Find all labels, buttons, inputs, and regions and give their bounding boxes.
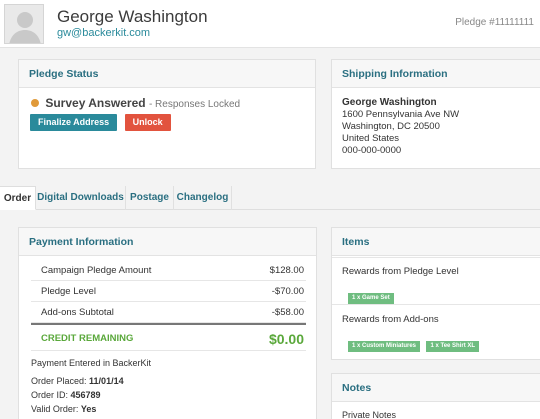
order-id-value: 456789	[70, 390, 101, 400]
backer-header: George Washington gw@backerkit.com Pledg…	[0, 0, 540, 48]
valid-order: Valid Order: Yes	[31, 404, 96, 414]
pledge-status-title: Pledge Status	[19, 60, 315, 88]
shipping-name: George Washington	[342, 97, 437, 108]
order-id: Order ID: 456789	[31, 390, 101, 400]
payment-row-value: $128.00	[269, 265, 304, 276]
reward-tag: 1 x Custom Miniatures	[348, 341, 421, 352]
payment-row-label: Pledge Level	[41, 286, 96, 297]
credit-remaining-value: $0.00	[268, 331, 304, 347]
payment-row-value: -$70.00	[271, 286, 304, 297]
shipping-address: George Washington 1600 Pennsylvania Ave …	[332, 88, 540, 166]
notes-panel: Notes Private Notes	[331, 373, 540, 419]
reward-tag: 1 x Game Set	[348, 293, 394, 304]
status-subtext: - Responses Locked	[148, 99, 241, 110]
finalize-address-button[interactable]: Finalize Address	[30, 114, 118, 131]
pledge-status-panel: Pledge Status Survey Answered - Response…	[18, 59, 316, 169]
payment-title: Payment Information	[19, 228, 316, 256]
shipping-city: Washington, DC 20500	[342, 121, 440, 132]
reward-tag: 1 x Tee Shirt XL	[426, 341, 480, 352]
payment-row: Pledge Level -$70.00	[31, 281, 306, 302]
credit-remaining-label: CREDIT REMAINING	[41, 333, 134, 344]
payment-table: Campaign Pledge Amount $128.00 Pledge Le…	[31, 260, 306, 351]
valid-order-value: Yes	[80, 404, 97, 414]
order-placed-label: Order Placed:	[31, 376, 87, 386]
tab-postage[interactable]: Postage	[126, 186, 174, 210]
private-notes-label: Private Notes	[342, 410, 397, 419]
divider	[332, 304, 540, 305]
unlock-button[interactable]: Unlock	[124, 114, 171, 131]
user-silhouette-icon	[5, 5, 43, 43]
shipping-panel: Shipping Information George Washington 1…	[331, 59, 540, 169]
order-placed: Order Placed: 11/01/14	[31, 376, 124, 386]
payment-entered-text: Payment Entered in BackerKit	[31, 358, 152, 368]
payment-row-value: -$58.00	[271, 307, 304, 318]
items-panel: Items Rewards from Pledge Level 1 x Game…	[331, 227, 540, 360]
status-dot-icon	[31, 99, 39, 107]
status-actions: Finalize Address Unlock	[30, 112, 174, 131]
tab-changelog[interactable]: Changelog	[174, 186, 232, 210]
order-id-label: Order ID:	[31, 390, 69, 400]
divider	[332, 257, 540, 258]
addon-rewards-label: Rewards from Add-ons	[342, 314, 439, 325]
items-title: Items	[332, 228, 540, 256]
pledge-number: Pledge #11111111	[455, 17, 534, 28]
status-text: Survey Answered	[45, 96, 146, 110]
tab-bar: Order Digital Downloads Postage Changelo…	[0, 186, 540, 210]
shipping-title: Shipping Information	[332, 60, 540, 88]
payment-panel: Payment Information Campaign Pledge Amou…	[18, 227, 317, 419]
avatar	[4, 4, 44, 44]
backer-email-link[interactable]: gw@backerkit.com	[57, 27, 150, 39]
payment-row: Campaign Pledge Amount $128.00	[31, 260, 306, 281]
payment-row-label: Add-ons Subtotal	[41, 307, 114, 318]
payment-row-label: Campaign Pledge Amount	[41, 265, 152, 276]
backer-name: George Washington	[57, 7, 208, 26]
order-placed-value: 11/01/14	[89, 376, 124, 386]
pledge-rewards-label: Rewards from Pledge Level	[342, 266, 459, 277]
status-line: Survey Answered - Responses Locked	[31, 96, 240, 110]
pledge-rewards-tags: 1 x Game Set	[348, 286, 396, 304]
tab-order[interactable]: Order	[0, 186, 36, 210]
shipping-phone: 000-000-0000	[342, 145, 402, 156]
notes-title: Notes	[332, 374, 540, 402]
addon-rewards-tags: 1 x Custom Miniatures 1 x Tee Shirt XL	[348, 334, 481, 352]
credit-remaining-row: CREDIT REMAINING $0.00	[31, 323, 306, 351]
tab-digital-downloads[interactable]: Digital Downloads	[36, 186, 126, 210]
shipping-country: United States	[342, 133, 400, 144]
shipping-street: 1600 Pennsylvania Ave NW	[342, 109, 460, 120]
valid-order-label: Valid Order:	[31, 404, 79, 414]
payment-row: Add-ons Subtotal -$58.00	[31, 302, 306, 323]
